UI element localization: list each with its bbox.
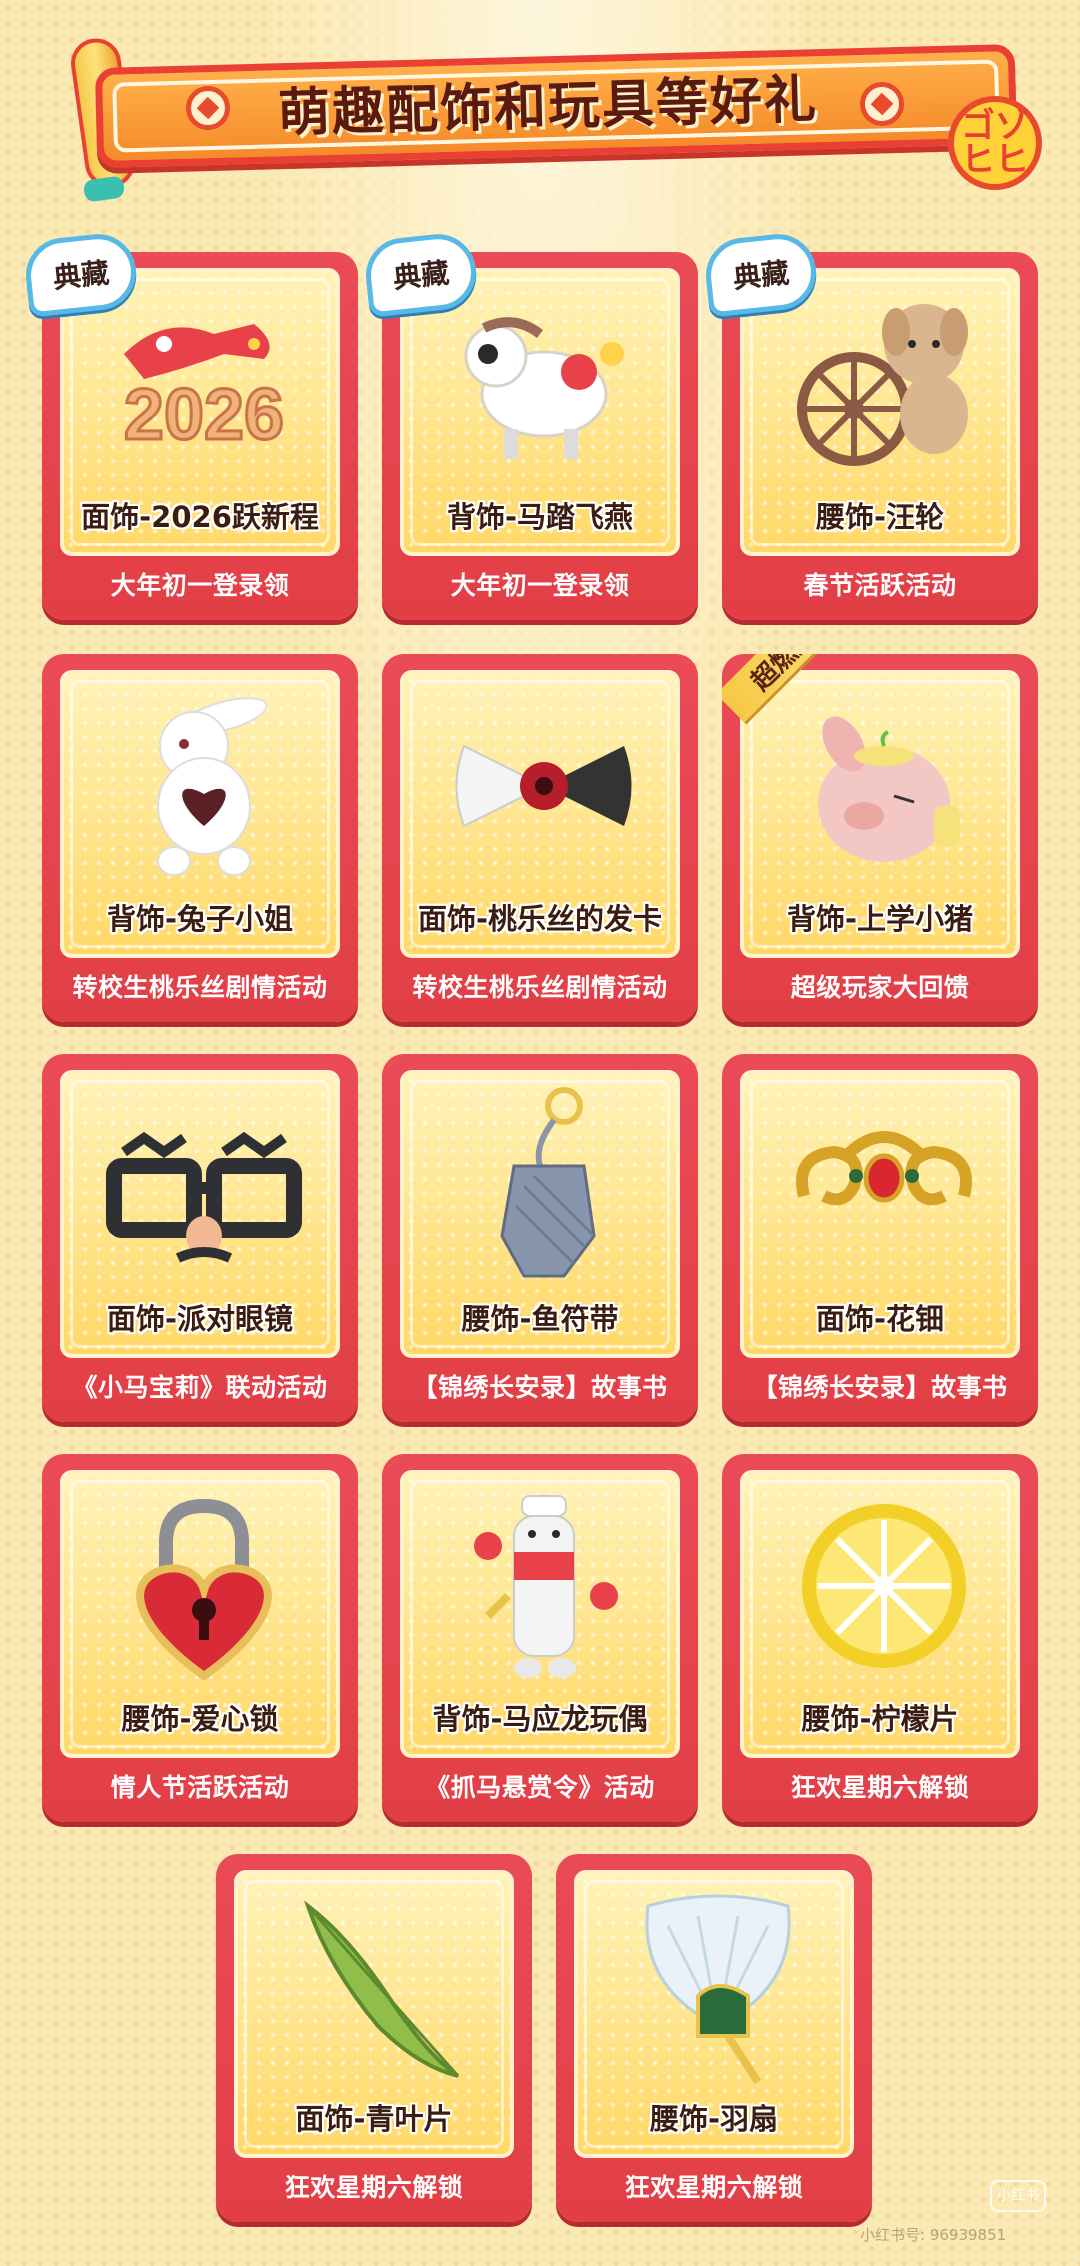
year-2026-horse-icon: 2026 <box>122 324 286 457</box>
item-source: 情人节活跃活动 <box>110 1773 290 1802</box>
card-display: 背饰-兔子小姐 <box>60 670 340 958</box>
item-name: 面饰-青叶片 <box>295 2102 453 2136</box>
item-source: 《抓马悬赏令》活动 <box>425 1773 655 1802</box>
item-source: 春节活跃活动 <box>803 571 957 600</box>
svg-text:2026: 2026 <box>124 375 284 455</box>
feather-fan-icon <box>645 1894 791 2085</box>
item-source: 大年初一登录领 <box>450 571 630 600</box>
badge-label: 典藏 <box>731 256 791 295</box>
logo-text-bottom: ヒヒ <box>961 140 1029 180</box>
header-banner: 萌趣配饰和玩具等好礼 ゴゾ ヒヒ <box>67 35 1042 203</box>
card-display: 腰饰-鱼符带 <box>400 1070 680 1358</box>
item-source: 狂欢星期六解锁 <box>624 2173 804 2202</box>
item-card[interactable]: 面饰-桃乐丝的发卡 转校生桃乐丝剧情活动 <box>382 654 698 1022</box>
item-name: 面饰-桃乐丝的发卡 <box>417 902 663 936</box>
card-display: 腰饰-爱心锁 <box>60 1470 340 1758</box>
dog-wheel-icon <box>797 304 968 466</box>
ribbon-container: 超燃武器 <box>722 654 862 794</box>
item-name: 腰饰-羽扇 <box>649 2102 779 2136</box>
item-name: 背饰-上学小猪 <box>786 902 974 936</box>
party-glasses-icon <box>106 1131 302 1263</box>
item-source: 大年初一登录领 <box>110 571 290 600</box>
item-card[interactable]: 背饰-上学小猪 超级玩家大回馈 超燃武器 <box>722 654 1038 1022</box>
card-display: 腰饰-柠檬片 <box>740 1470 1020 1758</box>
item-card[interactable]: 背饰-马应龙玩偶 《抓马悬赏令》活动 <box>382 1454 698 1822</box>
bow-hairclip-icon <box>455 744 632 828</box>
card-display: 面饰-派对眼镜 <box>60 1070 340 1358</box>
item-card[interactable]: 腰饰-羽扇 狂欢星期六解锁 <box>556 1854 872 2222</box>
watermark-text: 小红书号: 96939851 <box>860 2226 1007 2244</box>
item-source: 【锦绣长安录】故事书 <box>412 1373 668 1402</box>
item-source: 《小马宝莉》联动活动 <box>72 1373 328 1402</box>
card-display: 2026 面饰-2026跃新程 <box>60 268 340 556</box>
badge-label: 典藏 <box>391 256 451 295</box>
game-logo-icon: ゴゾ ヒヒ <box>948 96 1042 190</box>
hot-weapon-ribbon: 超燃武器 <box>722 654 862 723</box>
item-source: 狂欢星期六解锁 <box>284 2173 464 2202</box>
card-display: 面饰-青叶片 <box>234 1870 514 2158</box>
item-card[interactable]: 背饰-马踏飞燕 大年初一登录领 典藏 <box>362 230 698 620</box>
bunny-plush-icon <box>157 697 268 876</box>
fish-tally-icon <box>500 1087 596 1278</box>
item-card[interactable]: 2026 面饰-2026跃新程 大年初一登录领 典藏 <box>22 230 358 620</box>
card-display: 面饰-花钿 <box>740 1070 1020 1358</box>
ointment-doll-icon <box>474 1495 618 1678</box>
item-name: 腰饰-柠檬片 <box>801 1702 959 1736</box>
item-source: 狂欢星期六解锁 <box>790 1773 970 1802</box>
item-name: 面饰-派对眼镜 <box>106 1302 294 1336</box>
item-name: 腰饰-鱼符带 <box>461 1302 619 1336</box>
item-source: 超级玩家大回馈 <box>790 973 970 1002</box>
green-leaf-icon <box>304 1900 460 2078</box>
flying-horse-icon <box>464 317 624 459</box>
ribbon-label: 超燃武器 <box>741 654 841 697</box>
lemon-slice-icon <box>802 1504 966 1668</box>
heart-lock-icon <box>136 1498 272 1681</box>
item-name: 面饰-2026跃新程 <box>81 500 319 534</box>
watermark-logo: 小红书 <box>990 2180 1046 2212</box>
item-card[interactable]: 面饰-派对眼镜 《小马宝莉》联动活动 <box>42 1054 358 1422</box>
item-name: 背饰-马应龙玩偶 <box>432 1702 648 1736</box>
item-name: 背饰-兔子小姐 <box>106 902 294 936</box>
item-source: 【锦绣长安录】故事书 <box>752 1373 1008 1402</box>
item-source: 转校生桃乐丝剧情活动 <box>72 973 328 1002</box>
item-card[interactable]: 面饰-花钿 【锦绣长安录】故事书 <box>722 1054 1038 1422</box>
item-name: 背饰-马踏飞燕 <box>446 500 634 534</box>
item-card[interactable]: 面饰-青叶片 狂欢星期六解锁 <box>216 1854 532 2222</box>
item-name: 腰饰-爱心锁 <box>121 1702 279 1736</box>
item-source: 转校生桃乐丝剧情活动 <box>412 973 668 1002</box>
card-display: 腰饰-羽扇 <box>574 1870 854 2158</box>
item-card[interactable]: 腰饰-柠檬片 狂欢星期六解锁 <box>722 1454 1038 1822</box>
item-card[interactable]: 背饰-兔子小姐 转校生桃乐丝剧情活动 <box>42 654 358 1022</box>
card-display: 背饰-马踏飞燕 <box>400 268 680 556</box>
item-name: 腰饰-汪轮 <box>815 500 945 534</box>
badge-label: 典藏 <box>51 256 111 295</box>
card-display: 腰饰-汪轮 <box>740 268 1020 556</box>
card-display: 背饰-马应龙玩偶 <box>400 1470 680 1758</box>
card-display: 面饰-桃乐丝的发卡 <box>400 670 680 958</box>
item-card[interactable]: 腰饰-汪轮 春节活跃活动 典藏 <box>702 230 1038 620</box>
gold-ornament-icon <box>796 1131 972 1206</box>
item-name: 面饰-花钿 <box>815 1302 945 1336</box>
logo-text-top: ゴゾ <box>961 106 1029 146</box>
item-card[interactable]: 腰饰-爱心锁 情人节活跃活动 <box>42 1454 358 1822</box>
item-card[interactable]: 腰饰-鱼符带 【锦绣长安录】故事书 <box>382 1054 698 1422</box>
